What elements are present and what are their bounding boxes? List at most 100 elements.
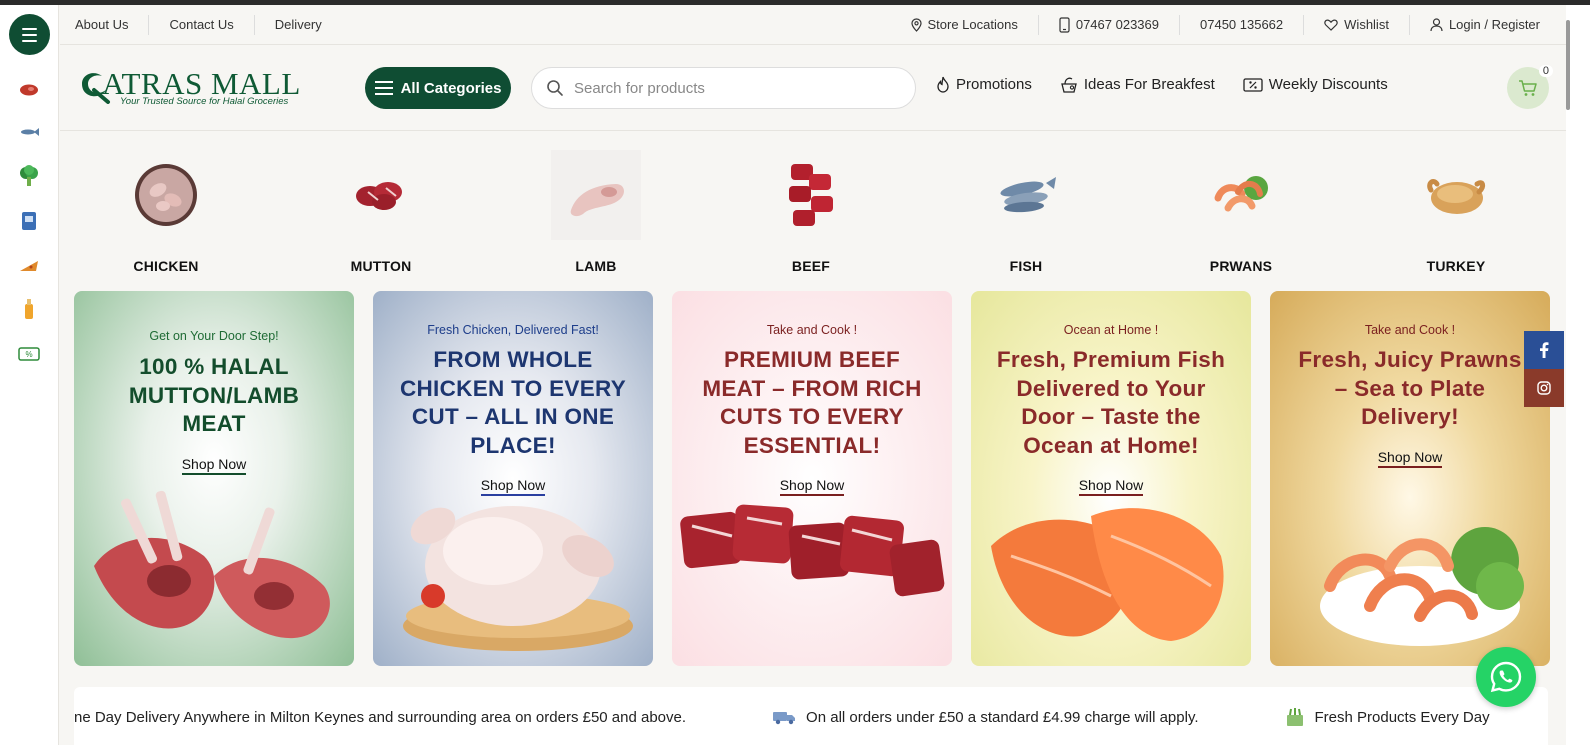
search-bar bbox=[531, 67, 916, 109]
ticker-item: On all orders under £50 a standard £4.99… bbox=[772, 707, 1199, 727]
breakfast-icon bbox=[1061, 77, 1077, 93]
scrollbar-thumb[interactable] bbox=[1566, 20, 1570, 110]
all-categories-button[interactable]: All Categories bbox=[365, 67, 511, 109]
store-locations-link[interactable]: Store Locations bbox=[891, 14, 1039, 35]
promo-kicker: Fresh Chicken, Delivered Fast! bbox=[427, 323, 599, 337]
whatsapp-chat-button[interactable] bbox=[1476, 647, 1536, 707]
left-category-rail: % bbox=[0, 5, 59, 745]
promo-card-prawns[interactable]: Take and Cook ! Fresh, Juicy Prawns – Se… bbox=[1270, 291, 1550, 666]
login-register-label: Login / Register bbox=[1448, 16, 1540, 32]
promo-card-beef[interactable]: Take and Cook ! PREMIUM BEEF MEAT – FROM… bbox=[672, 291, 952, 666]
whatsapp-icon bbox=[1490, 661, 1522, 693]
truck-icon bbox=[773, 712, 796, 725]
logo-tagline: Your Trusted Source for Halal Groceries bbox=[120, 96, 289, 107]
promotions-label: Promotions bbox=[956, 76, 1032, 93]
meat-icon[interactable] bbox=[18, 79, 40, 101]
category-label: LAMB bbox=[575, 258, 617, 274]
menu-lines-icon bbox=[374, 81, 393, 95]
discount-icon[interactable]: % bbox=[18, 343, 40, 365]
chicken-image bbox=[121, 150, 211, 240]
ideas-for-breakfast-label: Ideas For Breakfest bbox=[1083, 76, 1215, 93]
cart-button[interactable]: 0 bbox=[1507, 65, 1553, 109]
category-strip: CHICKEN MUTTON LAMB BEEF FISH PRWANS TUR… bbox=[60, 150, 1560, 275]
category-prawns[interactable]: PRWANS bbox=[1171, 150, 1311, 274]
prawns-plate-image bbox=[1320, 527, 1524, 646]
delivery-link[interactable]: Delivery bbox=[255, 15, 342, 35]
fresh-products-icon bbox=[1286, 708, 1303, 726]
flame-icon bbox=[937, 76, 949, 93]
main-header: ATRAS MALL Your Trusted Source for Halal… bbox=[60, 46, 1570, 131]
phone-1-label: 07467 023369 bbox=[1075, 16, 1159, 32]
discount-tag-icon bbox=[1243, 77, 1263, 92]
page-scrollbar[interactable] bbox=[1566, 5, 1590, 745]
about-us-link[interactable]: About Us bbox=[75, 14, 150, 35]
promo-card-chicken[interactable]: Fresh Chicken, Delivered Fast! FROM WHOL… bbox=[373, 291, 653, 666]
all-categories-label: All Categories bbox=[400, 79, 502, 97]
fish-icon[interactable] bbox=[18, 121, 40, 143]
wishlist-label: Wishlist bbox=[1344, 16, 1389, 32]
lamb-chops-image bbox=[94, 490, 330, 639]
category-label: TURKEY bbox=[1426, 258, 1486, 274]
fish-image bbox=[981, 150, 1071, 240]
search-input[interactable] bbox=[574, 79, 894, 97]
salmon-fillet-image bbox=[991, 508, 1224, 641]
promo-kicker: Get on Your Door Step! bbox=[149, 329, 279, 343]
vegetable-icon[interactable] bbox=[18, 165, 40, 187]
beef-cubes-image bbox=[680, 504, 945, 597]
search-icon[interactable] bbox=[546, 79, 564, 97]
category-lamb[interactable]: LAMB bbox=[526, 150, 666, 274]
category-label: FISH bbox=[1009, 258, 1043, 274]
category-turkey[interactable]: TURKEY bbox=[1386, 150, 1526, 274]
cart-count-badge: 0 bbox=[1538, 65, 1553, 77]
promo-headline: Fresh, Premium Fish Delivered to Your Do… bbox=[996, 347, 1226, 458]
category-label: CHICKEN bbox=[133, 258, 199, 274]
promo-kicker: Ocean at Home ! bbox=[1063, 323, 1159, 337]
phone-1-link[interactable]: 07467 023369 bbox=[1039, 14, 1180, 35]
promo-headline: Fresh, Juicy Prawns – Sea to Plate Deliv… bbox=[1298, 347, 1522, 429]
user-icon bbox=[1430, 17, 1443, 31]
location-pin-icon bbox=[910, 17, 922, 32]
promo-card-mutton-lamb[interactable]: Get on Your Door Step! 100 % HALAL MUTTO… bbox=[74, 291, 354, 666]
category-chicken[interactable]: CHICKEN bbox=[96, 150, 236, 274]
facebook-icon bbox=[1540, 342, 1549, 358]
category-label: BEEF bbox=[791, 258, 831, 274]
weekly-discounts-link[interactable]: Weekly Discounts bbox=[1243, 76, 1388, 93]
promo-headline: PREMIUM BEEF MEAT – FROM RICH CUTS TO EV… bbox=[702, 347, 922, 458]
category-beef[interactable]: BEEF bbox=[741, 150, 881, 274]
promotions-link[interactable]: Promotions bbox=[936, 76, 1032, 93]
mutton-image bbox=[336, 150, 426, 240]
turkey-image bbox=[1411, 150, 1501, 240]
whole-chicken-image bbox=[403, 506, 633, 651]
hamburger-menu-button[interactable] bbox=[9, 14, 50, 55]
category-mutton[interactable]: MUTTON bbox=[311, 150, 451, 274]
site-logo[interactable]: ATRAS MALL Your Trusted Source for Halal… bbox=[74, 66, 304, 108]
login-register-link[interactable]: Login / Register bbox=[1410, 15, 1560, 35]
drink-icon[interactable] bbox=[18, 298, 40, 320]
instagram-button[interactable] bbox=[1524, 369, 1564, 407]
category-label: MUTTON bbox=[350, 258, 412, 274]
promo-card-fish[interactable]: Ocean at Home ! Fresh, Premium Fish Deli… bbox=[971, 291, 1251, 666]
promo-headline: 100 % HALAL MUTTON/LAMB MEAT bbox=[128, 354, 300, 436]
ticker-item: ne Day Delivery Anywhere in Milton Keyne… bbox=[74, 708, 687, 726]
prawns-image bbox=[1196, 150, 1286, 240]
header-nav: Promotions Ideas For Breakfest Weekly Di… bbox=[936, 76, 1388, 93]
cart-icon bbox=[1519, 80, 1537, 96]
grocery-icon[interactable] bbox=[18, 210, 40, 232]
snack-icon[interactable] bbox=[18, 255, 40, 277]
beef-image bbox=[766, 150, 856, 240]
category-label: PRWANS bbox=[1209, 258, 1273, 274]
shop-now-link[interactable]: Shop Now bbox=[1270, 449, 1550, 468]
instagram-icon bbox=[1537, 381, 1551, 395]
phone-2-label: 07450 135662 bbox=[1200, 16, 1284, 32]
ticker-item: Fresh Products Every Day bbox=[1285, 707, 1490, 727]
category-fish[interactable]: FISH bbox=[956, 150, 1096, 274]
promo-kicker: Take and Cook ! bbox=[1364, 323, 1456, 337]
wishlist-link[interactable]: Wishlist bbox=[1304, 14, 1410, 35]
lamb-image bbox=[551, 150, 641, 240]
delivery-info-ticker: ne Day Delivery Anywhere in Milton Keyne… bbox=[74, 687, 1548, 745]
ideas-for-breakfast-link[interactable]: Ideas For Breakfest bbox=[1060, 76, 1215, 93]
phone-icon bbox=[1059, 16, 1070, 33]
facebook-button[interactable] bbox=[1524, 331, 1564, 369]
phone-2-link[interactable]: 07450 135662 bbox=[1180, 14, 1305, 35]
contact-us-link[interactable]: Contact Us bbox=[149, 14, 255, 35]
